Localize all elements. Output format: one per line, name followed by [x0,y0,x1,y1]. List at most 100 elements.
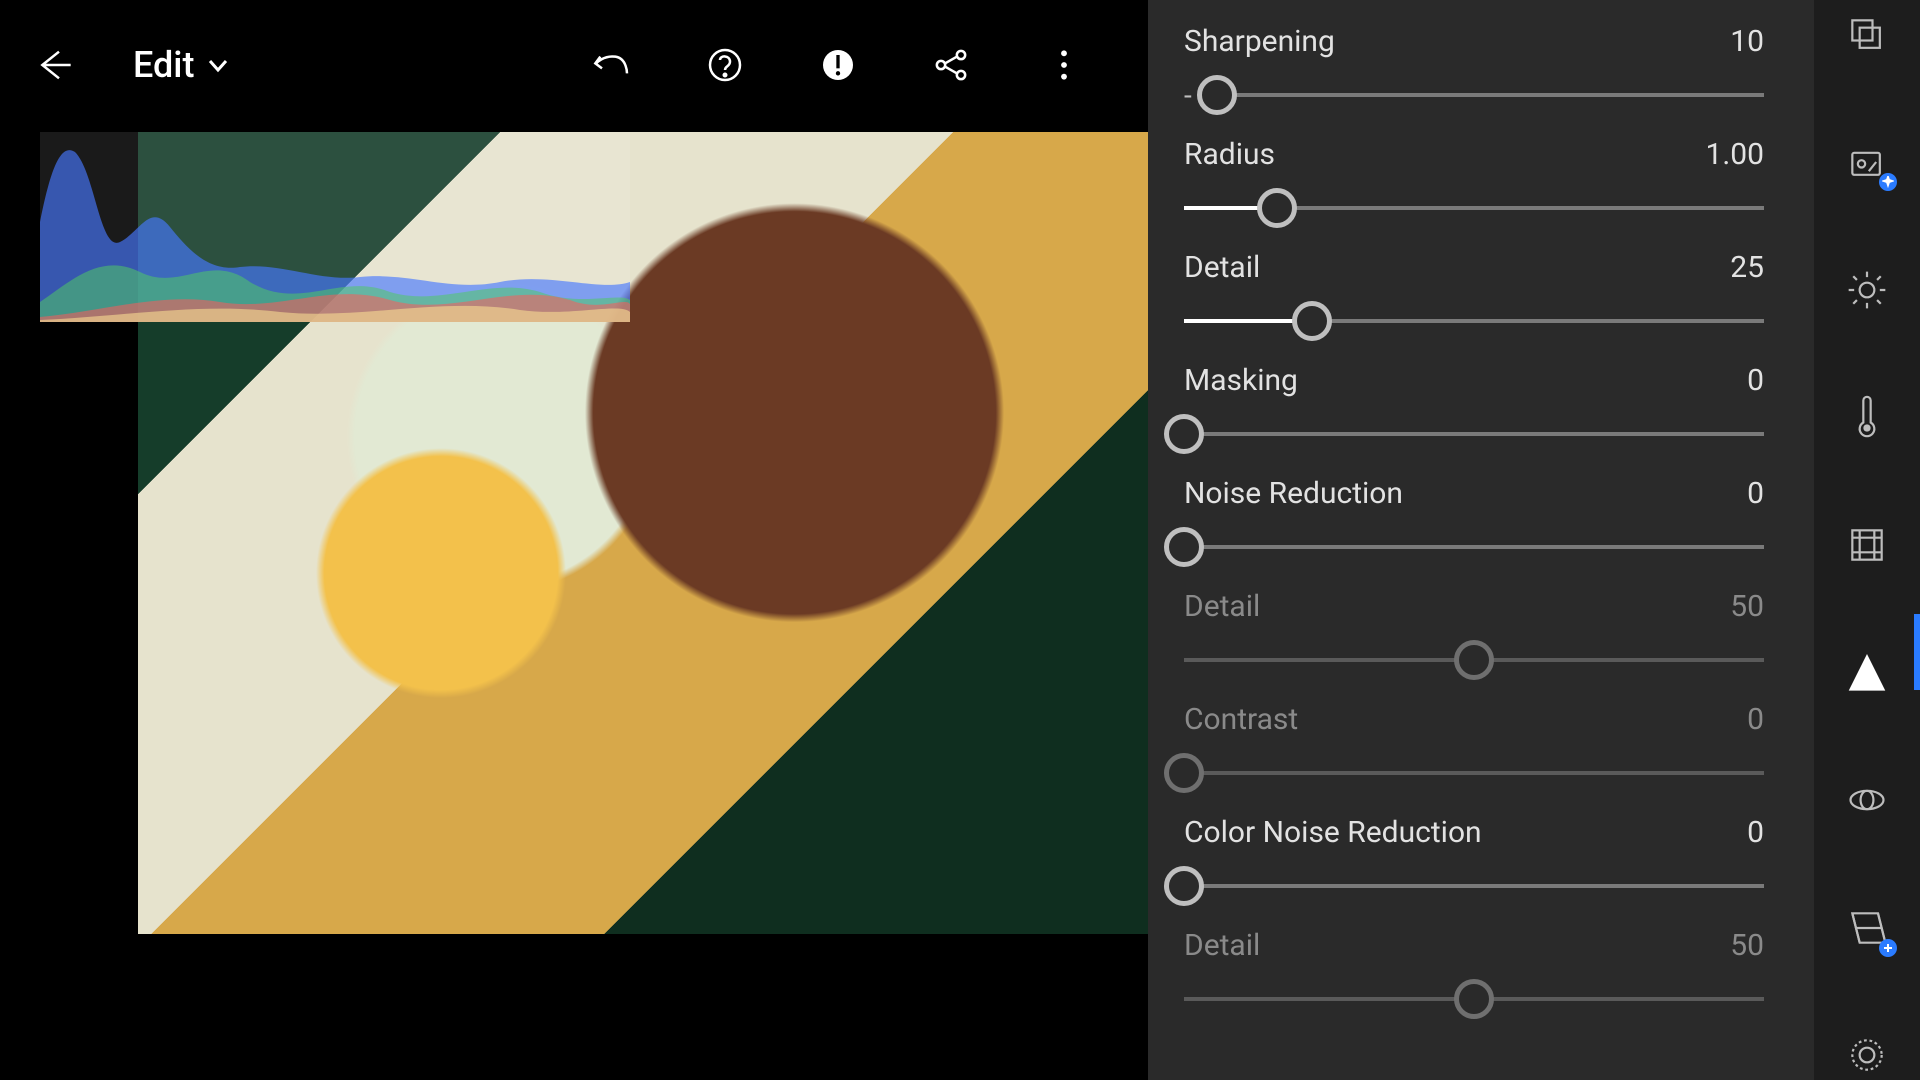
slider-track [1184,545,1764,549]
sparkle-badge-icon [1879,173,1897,191]
slider-control [1184,749,1764,797]
slider-radius: Radius 1.00 [1184,137,1764,232]
slider-control[interactable] [1184,862,1764,910]
optics-icon [1845,778,1889,822]
share-button[interactable] [927,41,975,89]
top-bar-left: Edit [30,41,230,89]
plus-badge-icon [1879,939,1897,957]
slider-sharpening: Sharpening 10 - [1184,24,1764,119]
filmstrip-icon [1845,13,1889,57]
slider-track [1184,771,1764,775]
tool-crop[interactable] [1841,520,1893,570]
top-bar: Edit [0,0,1148,130]
slider-head: Color Noise Reduction 0 [1184,815,1764,850]
slider-thumb [1164,753,1204,793]
tool-detail[interactable] [1841,648,1893,698]
slider-label: Radius [1184,137,1275,172]
tool-color[interactable] [1841,393,1893,443]
histogram-overlay[interactable] [40,132,630,322]
share-icon [931,45,971,85]
tool-light[interactable] [1841,265,1893,315]
undo-icon [592,45,632,85]
top-bar-right [588,41,1118,89]
slider-detail-sharp: Detail25 [1184,250,1764,345]
slider-head: Noise Reduction 0 [1184,476,1764,511]
chevron-down-icon [206,53,230,77]
slider-head: Radius 1.00 [1184,137,1764,172]
color-temp-icon [1845,395,1889,439]
light-icon [1845,268,1889,312]
slider-label: Color Noise Reduction [1184,815,1482,850]
slider-track [1184,658,1764,662]
slider-track [1184,319,1764,323]
mode-dropdown[interactable]: Edit [133,44,230,86]
slider-control[interactable] [1184,523,1764,571]
tool-optics[interactable] [1841,775,1893,825]
slider-thumb[interactable] [1164,414,1204,454]
slider-label: Detail [1184,250,1260,285]
slider-label: Sharpening [1184,24,1335,59]
slider-label: Noise Reduction [1184,476,1403,511]
slider-thumb[interactable] [1164,866,1204,906]
slider-control[interactable] [1184,184,1764,232]
slider-value: 10 [1730,24,1764,59]
cloud-status-button[interactable] [814,41,862,89]
crop-icon [1845,523,1889,567]
slider-masking: Masking 0 [1184,363,1764,458]
slider-head: Detail25 [1184,250,1764,285]
slider-thumb[interactable] [1292,301,1332,341]
help-icon [705,45,745,85]
slider-head: Contrast0 [1184,702,1764,737]
slider-value: 0 [1747,702,1764,737]
tool-filmstrip[interactable] [1841,10,1893,60]
slider-value: 0 [1747,476,1764,511]
detail-panel: Sharpening10-Radius1.00Detail25Masking0N… [1148,0,1814,1080]
slider-track [1184,206,1764,210]
slider-value: 0 [1747,815,1764,850]
overflow-menu-button[interactable] [1040,41,1088,89]
healing-icon [1845,1033,1889,1077]
slider-track [1184,997,1764,1001]
main-canvas-area: Edit [0,0,1148,1080]
slider-label: Detail [1184,589,1260,624]
detail-icon [1845,651,1889,695]
slider-head: Detail50 [1184,928,1764,963]
slider-track [1200,93,1764,97]
slider-head: Sharpening 10 [1184,24,1764,59]
slider-head: Detail 50 [1184,589,1764,624]
slider-contrast-nr: Contrast0 [1184,702,1764,797]
slider-detail-cnr: Detail50 [1184,928,1764,1023]
slider-control[interactable] [1184,410,1764,458]
slider-value: 50 [1730,589,1764,624]
active-tool-marker [1914,614,1920,690]
alert-icon [818,45,858,85]
slider-thumb[interactable] [1164,527,1204,567]
slider-control [1184,636,1764,684]
right-toolstrip [1814,0,1920,1080]
slider-detail-nr: Detail 50 [1184,589,1764,684]
histogram-icon [40,132,630,322]
slider-label: Masking [1184,363,1298,398]
back-arrow-icon [34,45,74,85]
tool-auto[interactable] [1841,138,1893,188]
slider-control[interactable] [1184,297,1764,345]
slider-track [1184,884,1764,888]
slider-control[interactable]: - [1184,71,1764,119]
tool-healing[interactable] [1841,1031,1893,1080]
undo-button[interactable] [588,41,636,89]
slider-noise-reduction: Noise Reduction 0 [1184,476,1764,571]
slider-color-noise-reduction: Color Noise Reduction 0 [1184,815,1764,910]
slider-head: Masking 0 [1184,363,1764,398]
slider-value: 0 [1747,363,1764,398]
slider-thumb [1454,979,1494,1019]
slider-thumb[interactable] [1197,75,1237,115]
tool-geometry[interactable] [1841,903,1893,953]
slider-thumb [1454,640,1494,680]
help-button[interactable] [701,41,749,89]
app-root: Edit [0,0,1920,1080]
slider-value: 1.00 [1706,137,1765,172]
slider-thumb[interactable] [1257,188,1297,228]
back-button[interactable] [30,41,78,89]
slider-label: Detail [1184,928,1260,963]
more-vert-icon [1044,45,1084,85]
